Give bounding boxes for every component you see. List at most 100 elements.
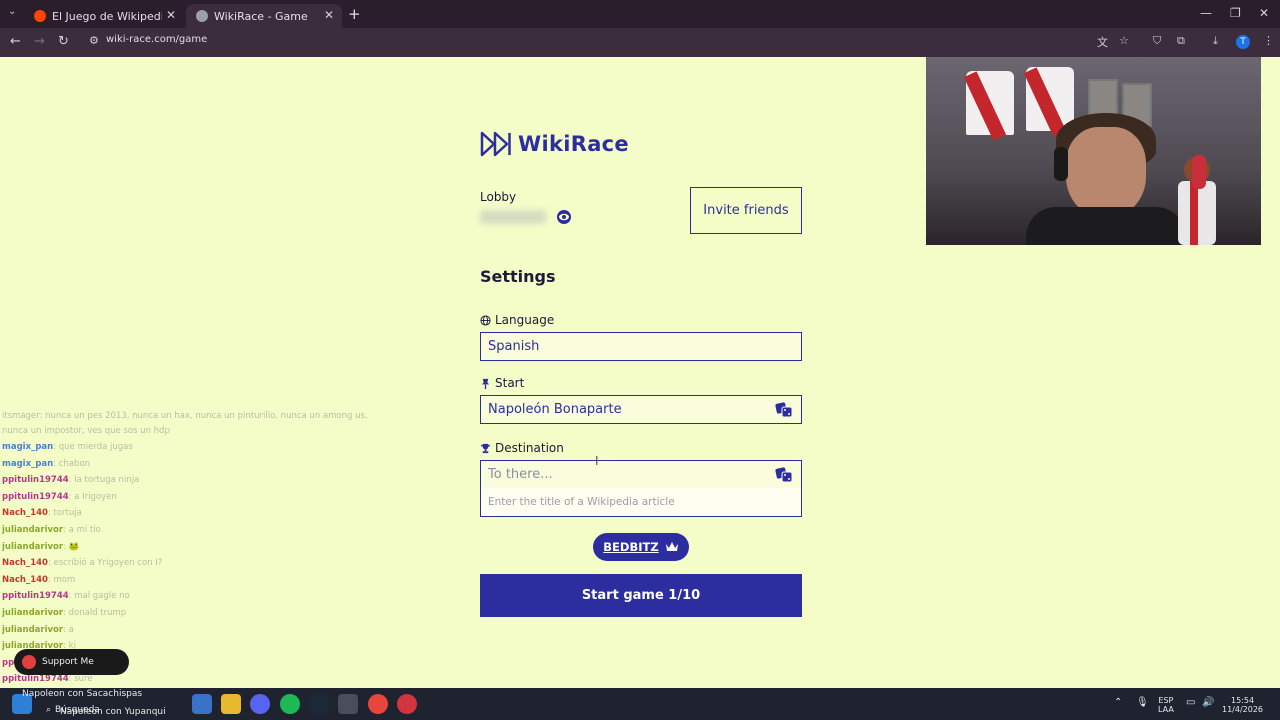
chat-username[interactable]: juliandarivor (2, 525, 63, 535)
chat-username[interactable]: ppitulin19744 (2, 492, 69, 502)
microphone-icon[interactable]: 🎙 (1136, 698, 1149, 708)
start-article-value: Napoleón Bonaparte (488, 402, 622, 417)
fast-forward-icon (480, 131, 511, 157)
chat-text: que mierda jugas (58, 442, 133, 452)
chat-message: juliandarivor: a mi tio (2, 522, 402, 539)
destination-label: Destination (480, 441, 564, 455)
chat-username[interactable]: Nach_140 (2, 575, 48, 585)
chat-username[interactable]: magix_pan (2, 442, 53, 452)
url-text[interactable]: wiki-race.com/game (106, 34, 207, 45)
minimize-icon[interactable]: — (1200, 6, 1212, 20)
profile-avatar[interactable]: T (1236, 35, 1250, 49)
reddit-icon (34, 10, 46, 22)
chat-username[interactable]: magix_pan (2, 459, 53, 469)
extensions-icon[interactable]: ⧉ (1177, 34, 1185, 48)
destination-hint: Enter the title of a Wikipedia article (480, 488, 802, 517)
discord-icon[interactable] (250, 694, 270, 714)
chat-message: Nach_140: escribió a Yrigoyen con I? (2, 555, 402, 572)
steam-icon[interactable] (309, 694, 329, 714)
bookmark-star-icon[interactable]: ☆ (1119, 34, 1129, 47)
invite-friends-button[interactable]: Invite friends (690, 187, 802, 234)
lobby-label: Lobby (480, 190, 517, 204)
start-article-field[interactable]: Napoleón Bonaparte (480, 395, 802, 424)
chat-text: a mi tio (68, 524, 101, 535)
site-info-icon[interactable]: ⚙ (89, 34, 99, 47)
volume-icon[interactable]: 🔊 (1202, 698, 1214, 708)
chat-username[interactable]: juliandarivor (2, 542, 63, 552)
globe-icon (196, 10, 208, 22)
close-tab-icon[interactable]: ✕ (324, 8, 334, 22)
crown-icon (665, 542, 678, 551)
globe-icon (480, 314, 491, 326)
brand-name: WikiRace (518, 132, 629, 156)
chat-message: juliandarivor: donald trump (2, 605, 402, 622)
close-window-icon[interactable]: ✕ (1259, 6, 1269, 20)
browser-tab-bar: ⌄ El Juego de Wikipedia : r/wikipedia ✕ … (0, 0, 1280, 28)
trophy-icon (480, 443, 491, 453)
download-icon[interactable]: ⤓ (1213, 34, 1218, 48)
chat-text: a (68, 624, 74, 635)
new-tab-button[interactable]: + (348, 5, 361, 23)
address-bar[interactable] (80, 31, 1140, 54)
chat-text: a Irigoyen (74, 491, 117, 502)
lobby-code-blurred (480, 210, 546, 224)
clock[interactable]: 15:54 11/4/2026 (1222, 696, 1263, 714)
destination-label-text: Destination (495, 441, 564, 455)
tab-title: El Juego de Wikipedia : r/wikipedia (52, 9, 162, 23)
dice-icon[interactable] (775, 467, 793, 483)
language-select[interactable]: Spanish (480, 332, 802, 361)
tab-wikirace[interactable]: WikiRace - Game ✕ (186, 4, 342, 28)
eye-icon[interactable] (556, 209, 572, 225)
language-label-text: Language (495, 313, 555, 327)
restore-icon[interactable]: ❐ (1230, 6, 1241, 20)
settings-gear-icon[interactable] (338, 694, 358, 714)
streamer-face (1066, 127, 1146, 217)
chat-username[interactable]: Nach_140 (2, 558, 48, 568)
language-indicator[interactable]: ESP LAA (1158, 696, 1174, 714)
menu-kebab-icon[interactable]: ⋮ (1263, 34, 1274, 47)
store-icon[interactable] (192, 694, 212, 714)
tab-reddit[interactable]: El Juego de Wikipedia : r/wikipedia ✕ (24, 4, 184, 28)
chat-username[interactable]: juliandarivor (2, 608, 63, 618)
headset (1054, 147, 1068, 181)
chat-intro-message: itsmager: nunca un pes 2013, nunca un ha… (2, 411, 368, 436)
forward-icon[interactable]: → (34, 34, 45, 49)
dice-icon[interactable] (775, 402, 793, 418)
chat-username[interactable]: ppitulin19744 (2, 475, 69, 485)
chrome-icon[interactable] (368, 694, 388, 714)
windows-taskbar: Napoleon con Sacachispas ⌕ Búsqueda Napo… (0, 688, 1280, 720)
tray-chevron-icon[interactable]: ⌃ (1114, 698, 1122, 708)
display-icon[interactable]: ▭ (1186, 698, 1195, 708)
chat-message: Nach_140: mom (2, 572, 402, 589)
shield-icon[interactable]: ⛉ (1153, 34, 1161, 48)
chat-username[interactable]: Nach_140 (2, 508, 48, 518)
chat-text: la tortuga ninja (74, 475, 140, 486)
support-me-badge[interactable]: Support Me (14, 649, 129, 675)
bedbitz-badge[interactable]: BEDBITZ (593, 533, 689, 561)
chat-username[interactable]: ppitulin19744 (2, 591, 69, 601)
jersey (963, 71, 1014, 141)
spotify-icon[interactable] (280, 694, 300, 714)
start-label-text: Start (495, 376, 525, 390)
chat-username[interactable]: ppitulin19744 (2, 674, 69, 684)
tab-search-chevron-icon[interactable]: ⌄ (8, 6, 16, 17)
obs-icon[interactable] (397, 694, 417, 714)
start-game-button[interactable]: Start game 1/10 (480, 574, 802, 617)
chat-message: juliandarivor: 🐸 (2, 539, 402, 556)
back-icon[interactable]: ← (10, 34, 21, 49)
file-explorer-icon[interactable] (221, 694, 241, 714)
chat-text: donald trump (68, 607, 127, 618)
text-cursor-icon: I (595, 454, 599, 468)
chat-text: 🐸 (68, 541, 80, 552)
badge-label: BEDBITZ (603, 540, 659, 554)
logo[interactable]: WikiRace (480, 131, 629, 157)
destination-input[interactable]: To there... (480, 460, 802, 489)
jersey (1023, 67, 1074, 137)
notification-line-2: Napoleon con Yupanqui (60, 707, 166, 717)
lang-top: ESP (1158, 696, 1174, 705)
chat-username[interactable]: juliandarivor (2, 625, 63, 635)
close-tab-icon[interactable]: ✕ (166, 8, 176, 22)
chat-text: chabon (58, 458, 91, 469)
reload-icon[interactable]: ↻ (58, 34, 69, 49)
translate-icon[interactable]: 文 (1097, 34, 1108, 50)
